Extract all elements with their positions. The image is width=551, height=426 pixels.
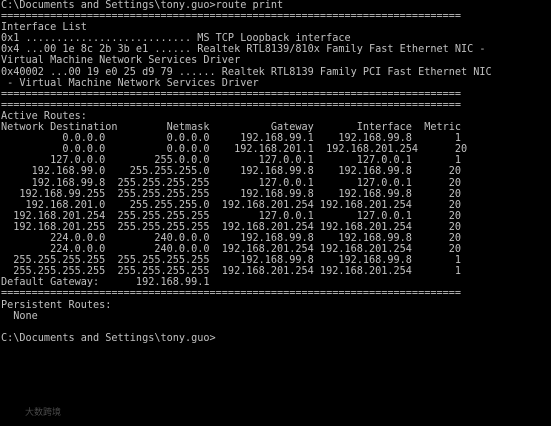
console-window[interactable]: C:\Documents and Settings\tony.guo>route… — [0, 0, 551, 426]
persistent-routes-heading: Persistent Routes: — [1, 299, 112, 311]
interface-entry: 0x1 ........................... MS TCP L… — [1, 33, 351, 45]
route-row: 0.0.0.0 0.0.0.0 192.168.201.1 192.168.20… — [1, 144, 468, 156]
default-gateway-line: Default Gateway: 192.168.99.1 — [1, 277, 210, 289]
interface-list-heading: Interface List — [1, 22, 87, 34]
route-row: 192.168.201.255 255.255.255.255 192.168.… — [1, 221, 462, 233]
route-row: 255.255.255.255 255.255.255.255 192.168.… — [1, 266, 462, 278]
separator-line: ========================================… — [1, 88, 462, 100]
route-row: 224.0.0.0 240.0.0.0 192.168.201.254 192.… — [1, 244, 462, 256]
route-row: 192.168.99.255 255.255.255.255 192.168.9… — [1, 188, 462, 200]
prompt-command-line: C:\Documents and Settings\tony.guo>route… — [1, 0, 284, 11]
route-row: 192.168.201.254 255.255.255.255 127.0.0.… — [1, 210, 462, 222]
route-row: 192.168.99.8 255.255.255.255 127.0.0.1 1… — [1, 177, 462, 189]
prompt-line[interactable]: C:\Documents and Settings\tony.guo> — [0, 333, 551, 344]
persistent-routes-value: None — [1, 310, 38, 322]
interface-entry-continuation: Virtual Machine Network Services Driver — [1, 55, 241, 67]
route-row: 0.0.0.0 0.0.0.0 192.168.99.1 192.168.99.… — [1, 133, 462, 145]
route-row: 224.0.0.0 240.0.0.0 192.168.99.8 192.168… — [1, 232, 462, 244]
routes-table-header: Network Destination Netmask Gateway Inte… — [1, 122, 462, 134]
separator-line: ========================================… — [1, 99, 462, 111]
interface-entry: 0x4 ...00 1e 8c 2b 3b e1 ...... Realtek … — [1, 44, 486, 56]
route-row: 192.168.99.0 255.255.255.0 192.168.99.8 … — [1, 166, 462, 178]
active-routes-heading: Active Routes: — [1, 110, 87, 122]
route-row: 192.168.201.0 255.255.255.0 192.168.201.… — [1, 199, 462, 211]
separator-line: ========================================… — [1, 11, 462, 23]
blank-line — [0, 322, 551, 333]
route-row: 127.0.0.0 255.0.0.0 127.0.0.1 127.0.0.1 … — [1, 155, 462, 167]
interface-entry-continuation: - Virtual Machine Network Services Drive… — [1, 77, 259, 89]
separator-line: ========================================… — [1, 288, 462, 300]
route-row: 255.255.255.255 255.255.255.255 192.168.… — [1, 255, 462, 267]
interface-entry: 0x40002 ...00 19 e0 25 d9 79 ...... Real… — [1, 66, 492, 78]
